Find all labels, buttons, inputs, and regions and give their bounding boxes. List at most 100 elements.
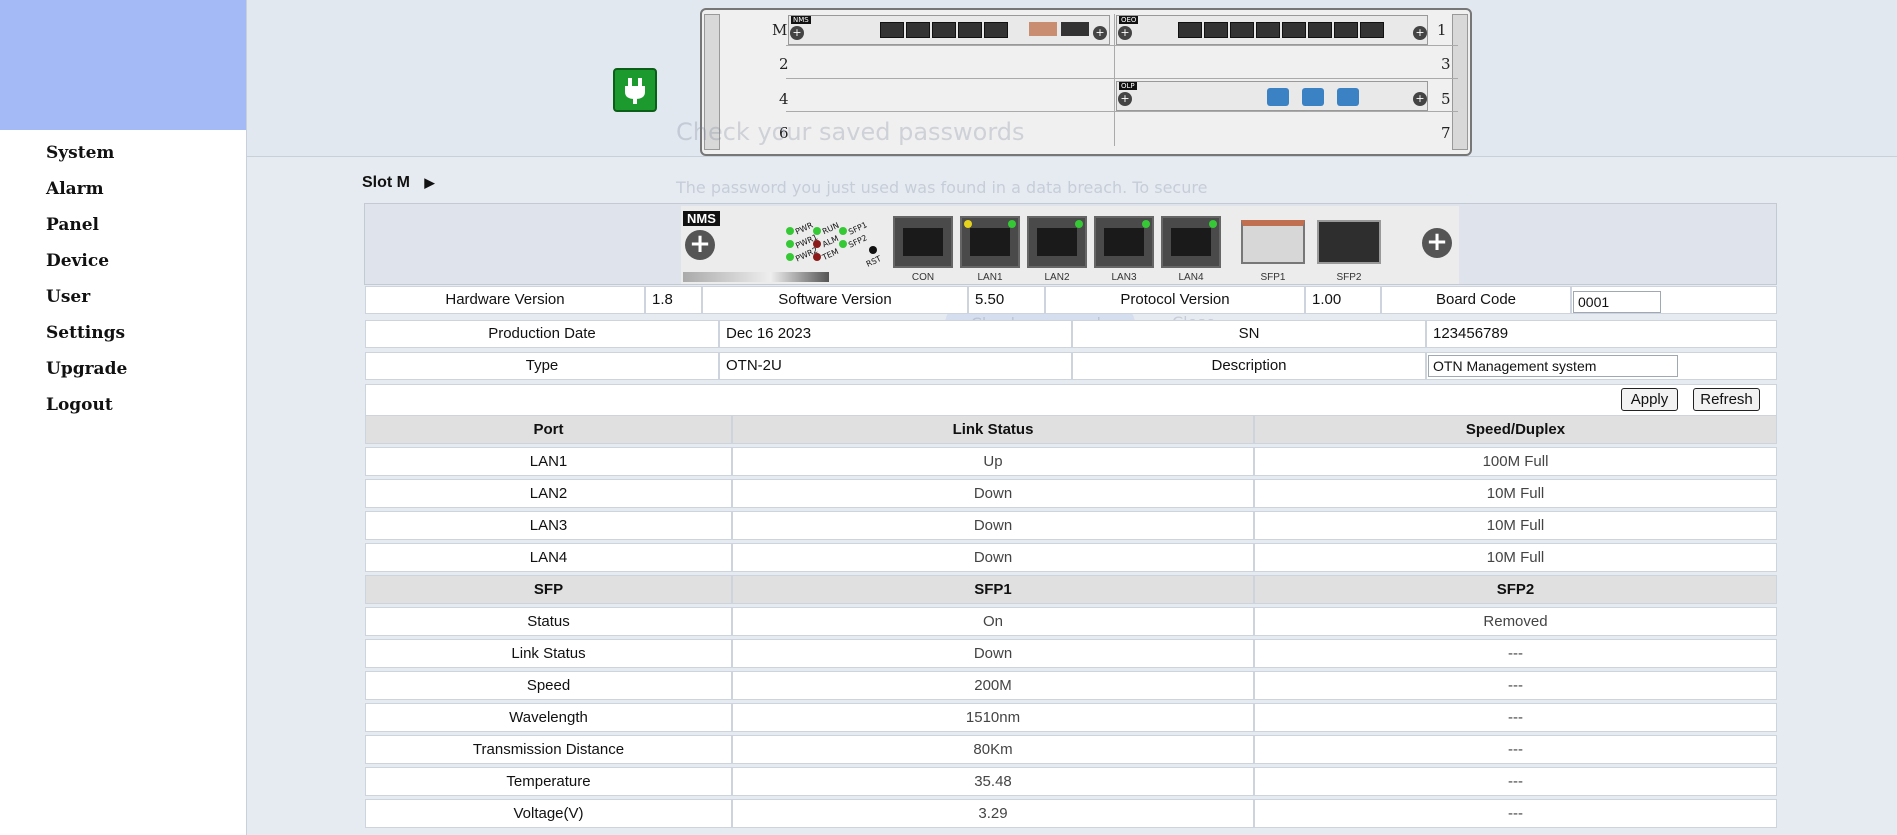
board-code-input[interactable]: 0001 — [1573, 291, 1661, 313]
port-table-cell: 10M Full — [1254, 479, 1777, 508]
mini-port-icon — [1282, 22, 1306, 38]
port-lan2-icon[interactable] — [1027, 216, 1087, 268]
chassis-card-screw-icon: + — [1413, 92, 1427, 106]
sfp-table-cell: --- — [1254, 671, 1777, 700]
port-sfp2-icon[interactable] — [1317, 220, 1381, 264]
sidebar-item-system[interactable]: System — [46, 140, 127, 176]
port-label-sfp2: SFP2 — [1336, 272, 1362, 283]
software-version-label: Software Version — [702, 286, 968, 314]
led-label-run: RUN — [820, 220, 841, 237]
port-label-lan4: LAN4 — [1178, 272, 1204, 283]
port-con-icon[interactable] — [893, 216, 953, 268]
chassis-card-nms[interactable]: NMS + + — [788, 15, 1110, 45]
description-input[interactable]: OTN Management system — [1428, 355, 1678, 377]
mini-port-icon — [984, 22, 1008, 38]
port-sfp1-icon[interactable] — [1241, 220, 1305, 264]
port-table-cell: Up — [732, 447, 1254, 476]
card-face: NMS + PWR PWR1 PWR2 RUN ALM TEM SFP1 SFP… — [681, 206, 1459, 284]
slot-number-6[interactable]: 6 — [779, 124, 789, 142]
port-lan1-icon[interactable] — [960, 216, 1020, 268]
slot-number-4[interactable]: 4 — [779, 90, 789, 108]
port-table-cell: 10M Full — [1254, 511, 1777, 540]
sfp-table-cell: --- — [1254, 735, 1777, 764]
card-panel: NMS + PWR PWR1 PWR2 RUN ALM TEM SFP1 SFP… — [364, 203, 1777, 285]
hardware-version-label: Hardware Version — [365, 286, 645, 314]
port-label-sfp1: SFP1 — [1260, 272, 1286, 283]
sidebar-item-settings[interactable]: Settings — [46, 320, 127, 356]
mini-connector-icon — [1302, 88, 1324, 106]
port-lan3-icon[interactable] — [1094, 216, 1154, 268]
mini-port-icon — [1308, 22, 1332, 38]
port-activity-led-icon — [964, 220, 972, 228]
dialog-body-line1: The password you just used was found in … — [676, 178, 1208, 197]
sfp-table-cell: Link Status — [365, 639, 732, 668]
protocol-version-label: Protocol Version — [1045, 286, 1305, 314]
slot-number-m[interactable]: M — [772, 21, 787, 39]
sfp-table-header-cell: SFP — [365, 575, 732, 604]
sfp-table-cell: 200M — [732, 671, 1254, 700]
chassis-card-screw-icon: + — [790, 26, 804, 40]
chassis-diagram: M 1 2 3 4 5 6 7 NMS + + OEO + + OLP + + — [700, 8, 1472, 156]
sfp-table-cell: 3.29 — [732, 799, 1254, 828]
chassis-card-screw-icon: + — [1118, 92, 1132, 106]
port-socket — [970, 228, 1010, 256]
refresh-button[interactable]: Refresh — [1693, 388, 1760, 411]
sfp-table-cell: 80Km — [732, 735, 1254, 764]
port-table-cell: Down — [732, 511, 1254, 540]
breadcrumb: Slot M ▶ — [362, 174, 434, 192]
slot-number-7[interactable]: 7 — [1441, 124, 1451, 142]
hardware-version-value: 1.8 — [645, 286, 702, 314]
mini-sfp-icon — [1061, 22, 1089, 36]
sidebar-item-alarm[interactable]: Alarm — [46, 176, 127, 212]
breadcrumb-arrow-icon[interactable]: ▶ — [424, 175, 434, 190]
sn-label: SN — [1072, 320, 1426, 348]
software-version-value: 5.50 — [968, 286, 1045, 314]
screw-right-icon: + — [1422, 228, 1452, 258]
slot-number-5[interactable]: 5 — [1441, 90, 1451, 108]
port-socket — [1104, 228, 1144, 256]
port-table-cell: 100M Full — [1254, 447, 1777, 476]
led-pwr-icon — [786, 227, 794, 235]
actions-row — [365, 384, 1777, 416]
sfp-table-cell: Wavelength — [365, 703, 732, 732]
rst-button-icon[interactable] — [869, 246, 877, 254]
sidebar: System Alarm Panel Device User Settings … — [0, 0, 247, 835]
mini-connector-icon — [1337, 88, 1359, 106]
port-table-cell: LAN3 — [365, 511, 732, 540]
port-label-lan1: LAN1 — [977, 272, 1003, 283]
slot-number-1[interactable]: 1 — [1437, 21, 1447, 39]
production-date-label: Production Date — [365, 320, 719, 348]
sidebar-item-user[interactable]: User — [46, 284, 127, 320]
chassis-card-ports — [879, 20, 1009, 44]
chassis-card-olp[interactable]: OLP + + — [1116, 81, 1428, 111]
sfp-table-cell: --- — [1254, 799, 1777, 828]
plug-icon[interactable] — [613, 68, 657, 112]
chassis-divider — [1114, 14, 1115, 146]
port-link-led-icon — [1075, 220, 1083, 228]
type-label: Type — [365, 352, 719, 380]
port-socket — [1037, 228, 1077, 256]
led-pwr1-icon — [786, 240, 794, 248]
mini-port-icon — [932, 22, 956, 38]
mini-port-icon — [1360, 22, 1384, 38]
slot-number-2[interactable]: 2 — [779, 55, 789, 73]
sidebar-item-device[interactable]: Device — [46, 248, 127, 284]
sidebar-menu: System Alarm Panel Device User Settings … — [46, 140, 127, 428]
port-lan4-icon[interactable] — [1161, 216, 1221, 268]
screw-left-icon: + — [685, 230, 715, 260]
sfp-table-cell: --- — [1254, 703, 1777, 732]
protocol-version-value: 1.00 — [1305, 286, 1381, 314]
chassis-card-oeo[interactable]: OEO + + — [1116, 15, 1428, 45]
port-table-cell: LAN1 — [365, 447, 732, 476]
port-table-cell: Down — [732, 543, 1254, 572]
port-label-con: CON — [911, 272, 935, 283]
mini-port-icon — [1204, 22, 1228, 38]
apply-button[interactable]: Apply — [1621, 388, 1678, 411]
sidebar-item-panel[interactable]: Panel — [46, 212, 127, 248]
plug-glyph — [625, 78, 645, 104]
sidebar-item-logout[interactable]: Logout — [46, 392, 127, 428]
sfp-table-cell: --- — [1254, 639, 1777, 668]
sfp-table-cell: Speed — [365, 671, 732, 700]
slot-number-3[interactable]: 3 — [1441, 55, 1451, 73]
sidebar-item-upgrade[interactable]: Upgrade — [46, 356, 127, 392]
